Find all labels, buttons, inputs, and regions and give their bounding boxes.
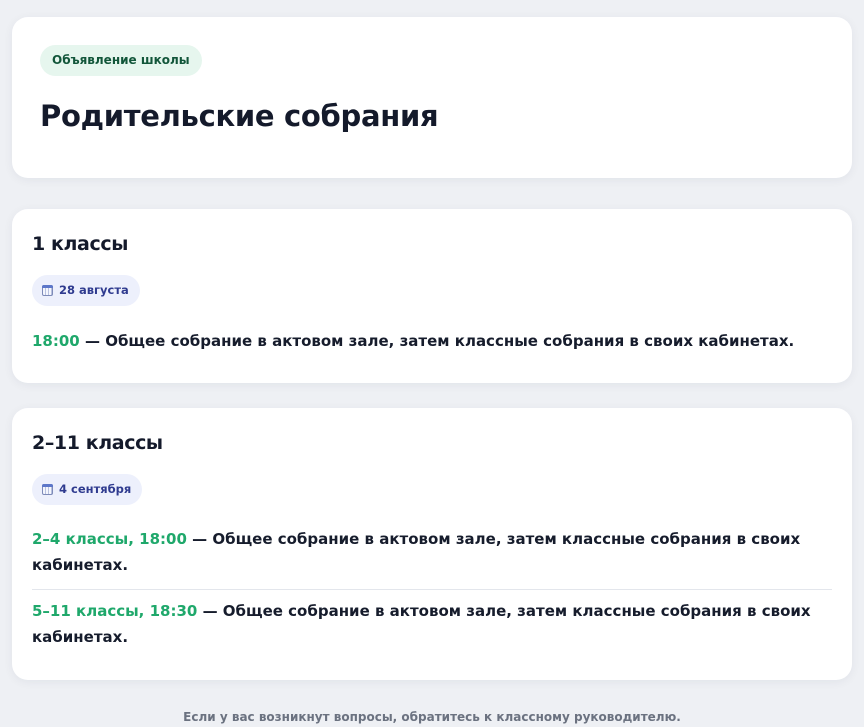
meeting-item: 5–11 классы, 18:30 — Общее собрание в ак… [32, 598, 832, 650]
section-card-grade-1: 1 классы 28 августа 18:00 — Общее собран… [12, 209, 852, 383]
date-label: 28 августа [59, 283, 129, 297]
meeting-divider [32, 589, 832, 590]
meeting-item: 18:00 — Общее собрание в актовом зале, з… [32, 328, 832, 354]
meeting-time: 18:00 [32, 332, 80, 350]
meeting-time: 5–11 классы, 18:30 [32, 602, 198, 620]
announcement-page: Объявление школы Родительские собрания 1… [0, 0, 864, 727]
date-label: 4 сентября [59, 482, 132, 496]
section-title: 1 классы [32, 233, 128, 255]
meeting-item: 2–4 классы, 18:00 — Общее собрание в акт… [32, 526, 832, 578]
date-pill: 4 сентября [32, 474, 143, 505]
meeting-time: 2–4 классы, 18:00 [32, 530, 187, 548]
section-card-grades-2-11: 2–11 классы 4 сентября 2–4 классы, 18:00… [12, 408, 852, 680]
announcement-badge: Объявление школы [40, 45, 202, 76]
header-card: Объявление школы Родительские собрания [12, 17, 852, 178]
section-title: 2–11 классы [32, 432, 163, 454]
calendar-icon [42, 484, 53, 495]
calendar-icon [42, 285, 53, 296]
meeting-description: — Общее собрание в актовом зале, затем к… [79, 332, 795, 350]
page-title: Родительские собрания [40, 99, 439, 133]
date-pill: 28 августа [32, 275, 140, 306]
footer-note: Если у вас возникнут вопросы, обратитесь… [183, 710, 681, 724]
